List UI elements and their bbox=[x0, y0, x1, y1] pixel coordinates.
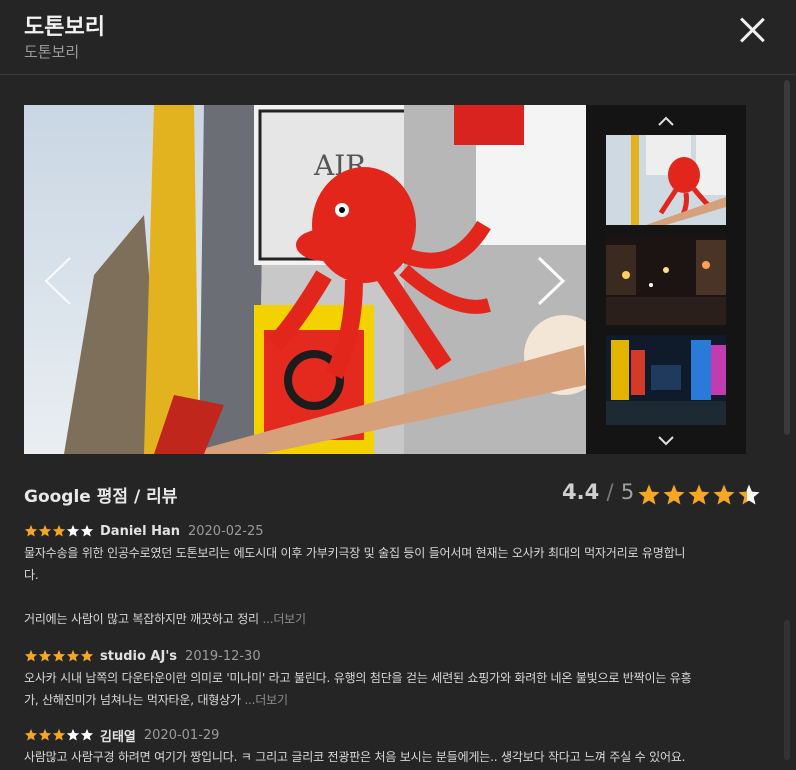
next-photo-button[interactable] bbox=[537, 256, 567, 306]
star-icon bbox=[52, 524, 66, 537]
star-icon bbox=[688, 484, 710, 505]
header: 도톤보리 도톤보리 bbox=[0, 0, 796, 75]
star-icon bbox=[663, 484, 685, 505]
review-line: 다. bbox=[24, 568, 39, 582]
scrollbar-thumb[interactable] bbox=[784, 80, 790, 435]
chevron-up-icon bbox=[658, 116, 674, 126]
chevron-left-icon bbox=[44, 257, 71, 305]
review-date: 2020-02-25 bbox=[187, 523, 264, 539]
review-stars bbox=[24, 728, 94, 742]
chevron-down-icon bbox=[658, 436, 674, 446]
star-icon bbox=[66, 728, 80, 741]
review-date: 2019-12-30 bbox=[185, 648, 261, 664]
scrollbar-track bbox=[784, 620, 790, 760]
place-subtitle: 도톤보리 bbox=[24, 43, 80, 61]
star-icon bbox=[66, 649, 80, 662]
thumbnail-strip bbox=[586, 105, 746, 454]
review-line: 가, 산해진미가 넘쳐나는 먹자타운, 대형상가 ...더보기 bbox=[24, 693, 288, 707]
rating-score: 4.4 / 5 bbox=[562, 480, 634, 504]
main-photo: AIR bbox=[24, 105, 586, 454]
star-icon bbox=[24, 524, 38, 537]
rating-value: 4.4 bbox=[562, 480, 600, 504]
star-icon bbox=[38, 649, 52, 662]
read-more-link[interactable]: ...더보기 bbox=[263, 612, 307, 626]
review-author[interactable]: 김태열 bbox=[100, 726, 136, 745]
review-text: 사람많고 사람구경 하려면 여기가 짱입니다. ㅋ 그리고 글리코 전광판은 처… bbox=[24, 746, 774, 768]
thumbnail-2[interactable] bbox=[606, 235, 726, 325]
review-line: 물자수송을 위한 인공수로였던 도톤보리는 에도시대 이후 가부키극장 및 술집… bbox=[24, 546, 686, 560]
star-icon bbox=[80, 728, 94, 741]
review-item: studio AJ's 2019-12-30 오사카 시내 남쪽의 다운타운이란… bbox=[24, 647, 774, 711]
thumbs-down-button[interactable] bbox=[656, 433, 676, 447]
chevron-right-icon bbox=[537, 256, 566, 306]
review-line bbox=[24, 586, 774, 608]
star-icon bbox=[52, 728, 66, 741]
thumbnail-3[interactable] bbox=[606, 335, 726, 425]
rating-heading: Google 평점 / 리뷰 bbox=[24, 487, 178, 507]
rating-stars bbox=[637, 483, 761, 507]
review-date: 2020-01-29 bbox=[143, 727, 220, 743]
scrollbar[interactable] bbox=[782, 80, 792, 770]
review-line: 거리에는 사람이 많고 복잡하지만 깨끗하고 정리 ...더보기 bbox=[24, 612, 307, 626]
review-line: 사람많고 사람구경 하려면 여기가 짱입니다. ㅋ 그리고 글리코 전광판은 처… bbox=[24, 750, 686, 764]
thumbs-up-button[interactable] bbox=[656, 113, 676, 127]
rating-separator: / bbox=[606, 480, 614, 504]
review-line: 오사카 시내 남쪽의 다운타운이란 의미로 '미나미' 라고 불린다. 유행의 … bbox=[24, 671, 692, 685]
star-icon bbox=[38, 524, 52, 537]
star-icon bbox=[80, 649, 94, 662]
review-stars bbox=[24, 524, 94, 538]
review-stars bbox=[24, 649, 94, 663]
close-button[interactable] bbox=[736, 14, 768, 46]
read-more-link[interactable]: ...더보기 bbox=[244, 693, 288, 707]
place-title: 도톤보리 bbox=[24, 15, 105, 40]
prev-photo-button[interactable] bbox=[42, 256, 72, 306]
rating-max: 5 bbox=[620, 480, 635, 504]
star-icon bbox=[713, 484, 735, 505]
star-icon bbox=[38, 728, 52, 741]
star-icon bbox=[24, 649, 38, 662]
star-icon bbox=[66, 524, 80, 537]
review-author[interactable]: Daniel Han bbox=[100, 524, 180, 539]
star-icon bbox=[638, 484, 660, 505]
review-item: 김태열 2020-01-29 사람많고 사람구경 하려면 여기가 짱입니다. ㅋ… bbox=[24, 726, 774, 768]
star-icon bbox=[52, 649, 66, 662]
review-author[interactable]: studio AJ's bbox=[100, 649, 177, 664]
review-item: Daniel Han 2020-02-25 물자수송을 위한 인공수로였던 도톤… bbox=[24, 522, 774, 630]
star-icon bbox=[738, 484, 760, 505]
star-icon bbox=[80, 524, 94, 537]
review-text: 물자수송을 위한 인공수로였던 도톤보리는 에도시대 이후 가부키극장 및 술집… bbox=[24, 542, 774, 630]
thumbnail-1[interactable] bbox=[606, 135, 726, 225]
review-text: 오사카 시내 남쪽의 다운타운이란 의미로 '미나미' 라고 불린다. 유행의 … bbox=[24, 667, 774, 711]
star-icon bbox=[24, 728, 38, 741]
